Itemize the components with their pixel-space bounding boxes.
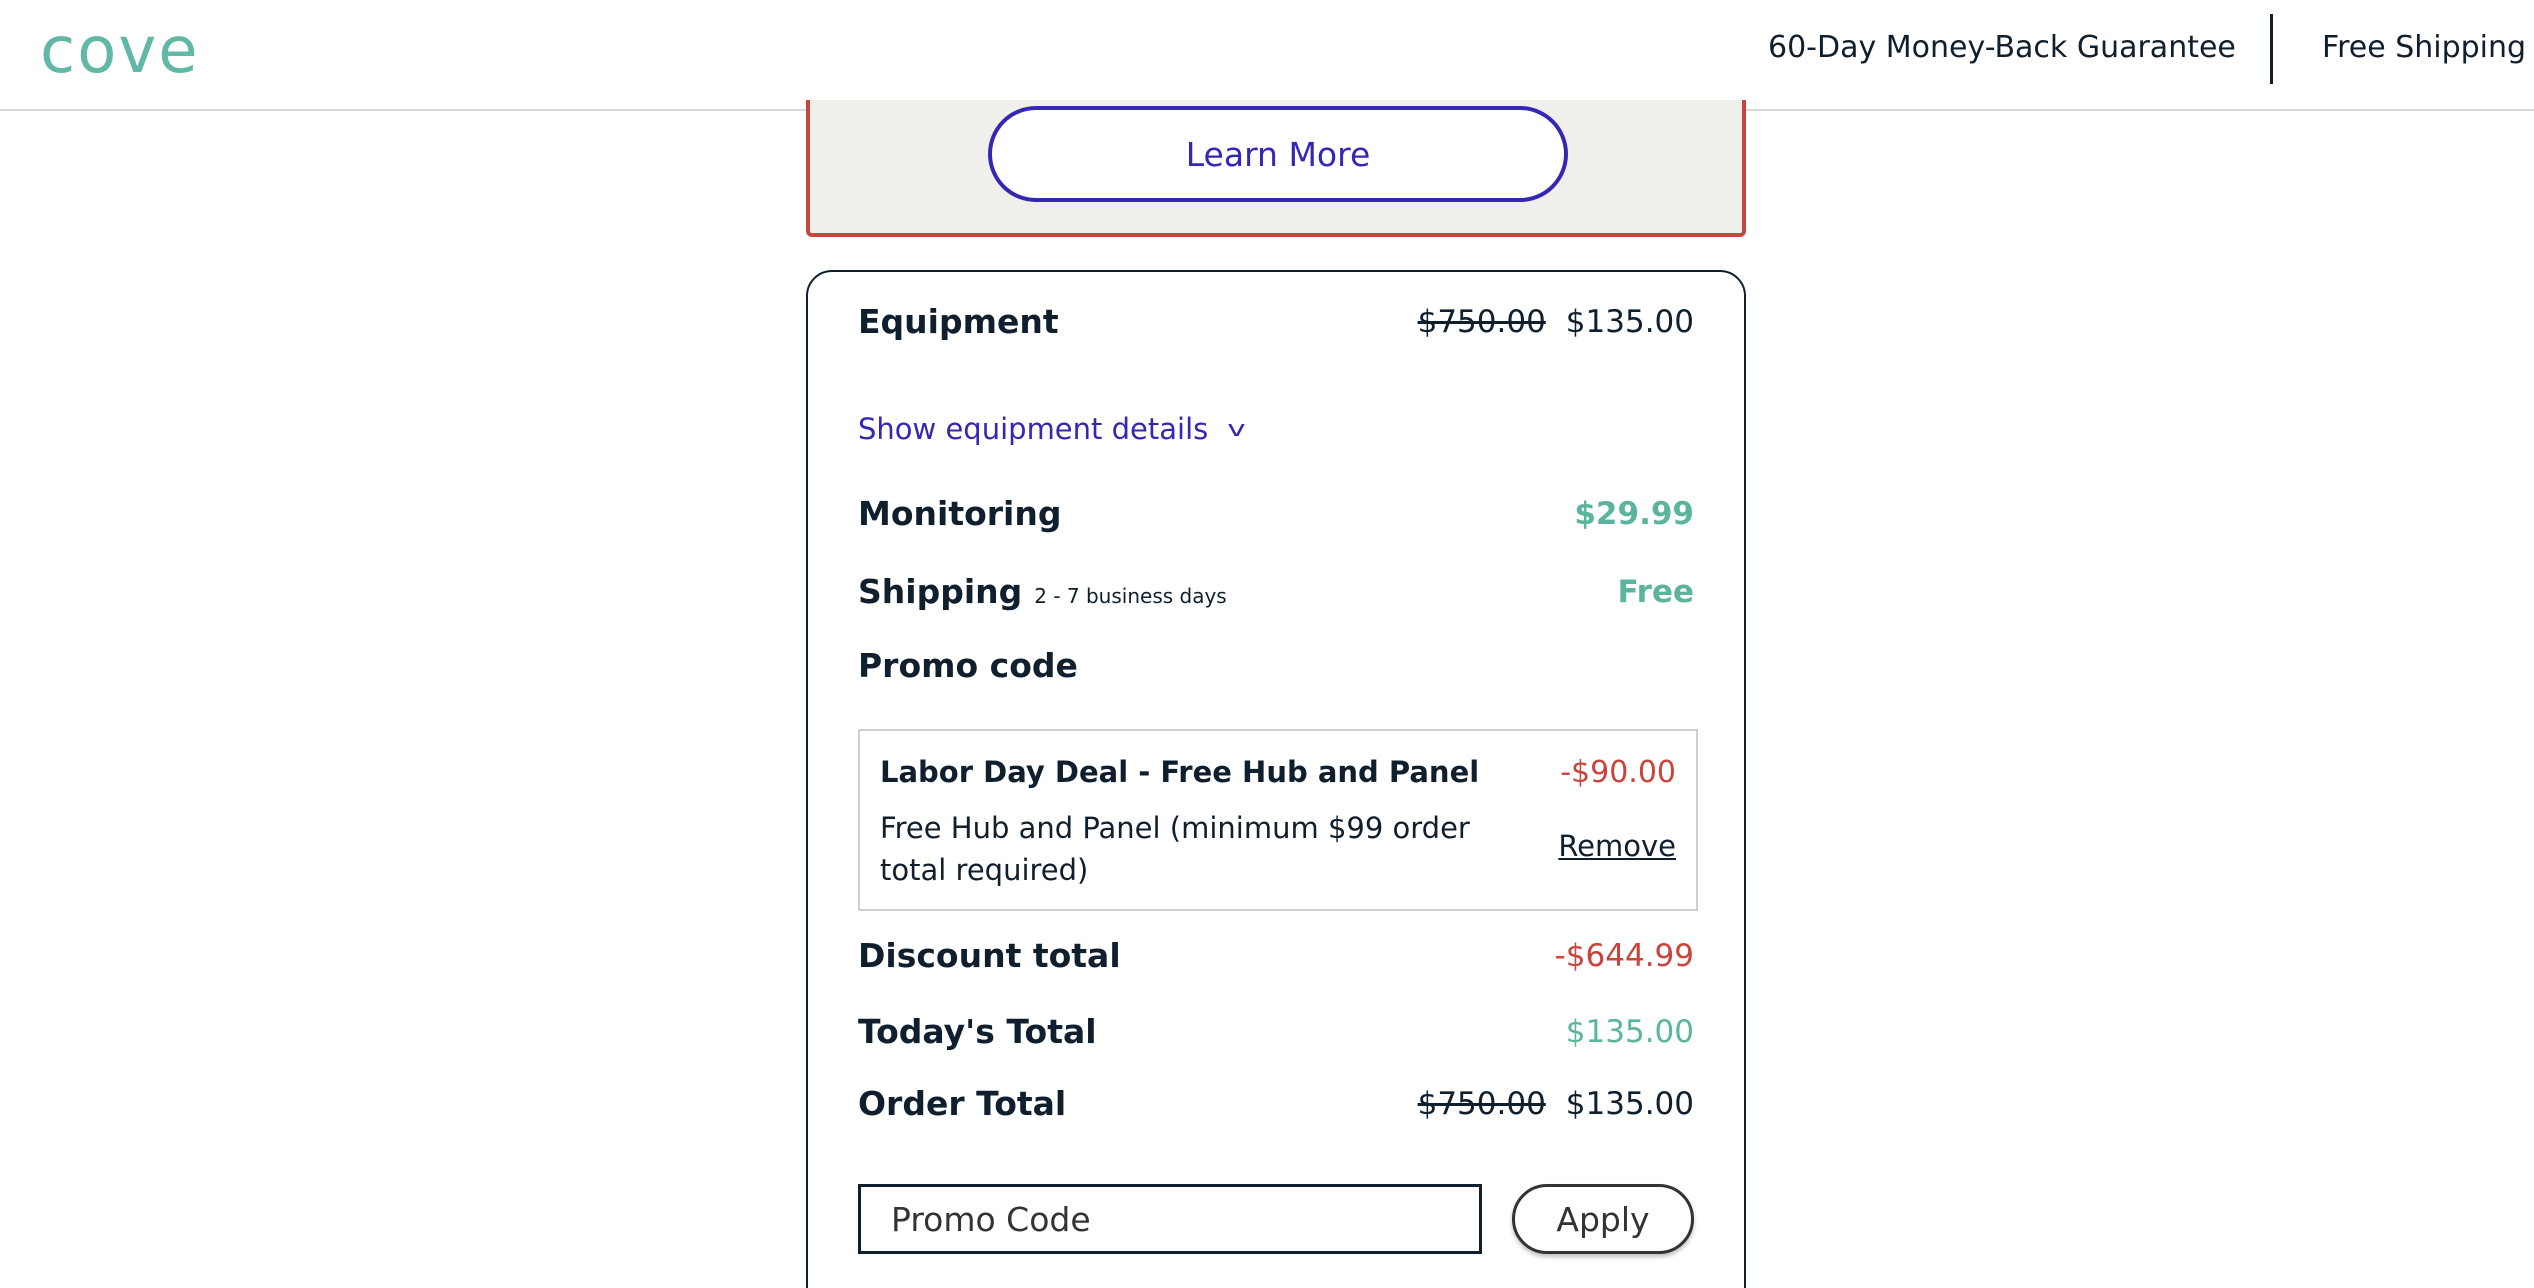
order-total-original-price: $750.00 bbox=[1417, 1085, 1546, 1122]
applied-promo-title: Labor Day Deal - Free Hub and Panel bbox=[880, 755, 1480, 789]
todays-total-value: $135.00 bbox=[1565, 1013, 1694, 1050]
order-total-row: Order Total $750.00 $135.00 bbox=[858, 1084, 1694, 1123]
applied-promo-description: Free Hub and Panel (minimum $99 order to… bbox=[880, 811, 1470, 887]
free-shipping-label: Free Shipping bbox=[2322, 30, 2527, 65]
monitoring-row: Monitoring $29.99 bbox=[858, 494, 1694, 533]
todays-total-label: Today's Total bbox=[858, 1012, 1097, 1051]
chevron-down-icon: v bbox=[1227, 416, 1246, 442]
promo-code-heading: Promo code bbox=[858, 646, 1078, 685]
shipping-price: Free bbox=[1617, 573, 1694, 610]
discount-total-row: Discount total -$644.99 bbox=[858, 936, 1694, 975]
discount-total-value: -$644.99 bbox=[1554, 937, 1694, 974]
apply-promo-button[interactable]: Apply bbox=[1512, 1184, 1694, 1254]
equipment-price: $750.00 $135.00 bbox=[1418, 304, 1694, 340]
monitoring-price: $29.99 bbox=[1574, 495, 1694, 532]
promo-banner: Learn More bbox=[806, 100, 1746, 237]
discount-total-label: Discount total bbox=[858, 936, 1121, 975]
shipping-label-group: Shipping 2 - 7 business days bbox=[858, 572, 1227, 611]
promo-code-heading-row: Promo code bbox=[858, 646, 1694, 685]
promo-code-input[interactable] bbox=[858, 1184, 1482, 1254]
equipment-label: Equipment bbox=[858, 302, 1059, 341]
todays-total-row: Today's Total $135.00 bbox=[858, 1012, 1694, 1051]
remove-promo-link[interactable]: Remove bbox=[1558, 829, 1676, 863]
order-total-current-price: $135.00 bbox=[1565, 1085, 1694, 1122]
header-divider bbox=[2270, 14, 2273, 84]
learn-more-button[interactable]: Learn More bbox=[988, 106, 1568, 202]
applied-promo-amount: -$90.00 bbox=[1560, 755, 1676, 790]
order-total-price: $750.00 $135.00 bbox=[1418, 1086, 1694, 1122]
applied-promo: Labor Day Deal - Free Hub and Panel -$90… bbox=[858, 729, 1698, 911]
equipment-row: Equipment $750.00 $135.00 bbox=[858, 302, 1694, 341]
order-total-label: Order Total bbox=[858, 1084, 1067, 1123]
shipping-row: Shipping 2 - 7 business days Free bbox=[858, 572, 1694, 611]
show-equipment-details-label: Show equipment details bbox=[858, 412, 1209, 446]
order-summary-card: Equipment $750.00 $135.00 Show equipment … bbox=[806, 270, 1746, 1288]
shipping-label: Shipping bbox=[858, 572, 1023, 611]
show-equipment-details-link[interactable]: Show equipment details v bbox=[858, 412, 1246, 446]
equipment-original-price: $750.00 bbox=[1417, 303, 1546, 340]
site-header: cove 60-Day Money-Back Guarantee Free Sh… bbox=[0, 0, 2534, 111]
equipment-current-price: $135.00 bbox=[1565, 303, 1694, 340]
shipping-time: 2 - 7 business days bbox=[1034, 584, 1227, 608]
cove-logo[interactable]: cove bbox=[40, 14, 200, 88]
money-back-guarantee: 60-Day Money-Back Guarantee bbox=[1768, 30, 2236, 65]
monitoring-label: Monitoring bbox=[858, 494, 1062, 533]
